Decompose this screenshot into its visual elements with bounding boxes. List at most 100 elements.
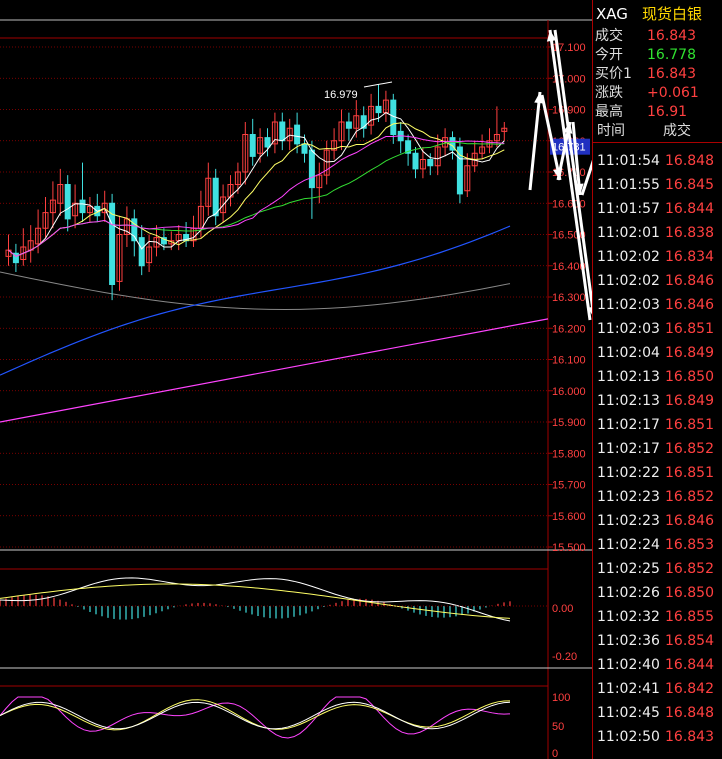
candle-body — [138, 237, 145, 267]
macd-dif-line — [0, 577, 511, 622]
trade-price: 16.846 — [665, 297, 714, 313]
kdj-tick-label: 50 — [552, 721, 564, 733]
candle-body — [427, 159, 434, 167]
trade-row[interactable]: 11:02:41 16.842 — [593, 678, 722, 701]
trade-time: 11:02:41 — [597, 681, 660, 697]
trade-time: 11:01:55 — [597, 177, 660, 193]
price-tick-label: 16.500 — [552, 230, 586, 242]
symbol-label: XAG — [596, 5, 628, 23]
trade-time: 11:02:25 — [597, 561, 660, 577]
trade-price: 16.838 — [665, 225, 714, 241]
trade-price: 16.845 — [665, 177, 714, 193]
trade-row[interactable]: 11:02:04 16.849 — [593, 342, 722, 365]
trade-row[interactable]: 11:02:23 16.852 — [593, 486, 722, 509]
trade-time: 11:02:17 — [597, 417, 660, 433]
price-tick-label: 15.600 — [552, 511, 586, 523]
price-tick-label: 16.300 — [552, 292, 586, 304]
trade-row[interactable]: 11:02:32 16.855 — [593, 606, 722, 629]
candle-body — [109, 202, 116, 285]
ma120-line — [0, 271, 511, 310]
trade-row[interactable]: 11:02:22 16.851 — [593, 462, 722, 485]
candle-body — [375, 105, 382, 114]
trade-row[interactable]: 11:02:26 16.850 — [593, 582, 722, 605]
price-tick-label: 16.100 — [552, 355, 586, 367]
trade-row[interactable]: 11:02:40 16.844 — [593, 654, 722, 677]
trade-time: 11:02:03 — [597, 297, 660, 313]
trade-row[interactable]: 11:02:50 16.843 — [593, 726, 722, 749]
instrument-name: 现货白银 — [642, 5, 703, 23]
trade-row[interactable]: 11:02:13 16.849 — [593, 390, 722, 413]
trade-row[interactable]: 11:02:01 16.838 — [593, 222, 722, 245]
trade-row[interactable]: 11:02:25 16.852 — [593, 558, 722, 581]
trades-header-time: 时间 — [597, 123, 625, 139]
trade-row[interactable]: 11:02:02 16.846 — [593, 270, 722, 293]
candle-body — [301, 143, 308, 154]
trade-row[interactable]: 11:02:13 16.850 — [593, 366, 722, 389]
candle-body — [212, 177, 219, 217]
price-tick-label: 15.800 — [552, 448, 586, 460]
trade-price: 16.851 — [665, 321, 714, 337]
candle-body — [79, 199, 86, 214]
trade-row[interactable]: 11:01:54 16.848 — [593, 150, 722, 173]
ma250-line — [0, 318, 549, 423]
quote-panel: XAG 现货白银 成交 16.843 今开 16.778 买价1 16.843 涨跌 +0.0… — [592, 0, 722, 759]
trade-time: 11:02:32 — [597, 609, 660, 625]
trade-price: 16.849 — [665, 393, 714, 409]
trade-row[interactable]: 11:02:24 16.853 — [593, 534, 722, 557]
trade-price: 16.844 — [665, 201, 714, 217]
trade-time: 11:02:26 — [597, 585, 660, 601]
price-tick-label: 15.900 — [552, 417, 586, 429]
trade-price: 16.848 — [665, 705, 714, 721]
macd-tick-label: -0.20 — [552, 651, 577, 663]
trade-row[interactable]: 11:02:02 16.834 — [593, 246, 722, 269]
price-tick-label: 15.500 — [552, 542, 586, 554]
trade-time: 11:02:02 — [597, 273, 660, 289]
price-tick-label: 16.200 — [552, 323, 586, 335]
trade-time: 11:02:24 — [597, 537, 660, 553]
candle-body — [264, 137, 271, 148]
candle-body — [249, 134, 256, 157]
trade-row[interactable]: 11:02:03 16.846 — [593, 294, 722, 317]
candle-body — [279, 121, 286, 142]
trade-price: 16.852 — [665, 561, 714, 577]
trade-price: 16.854 — [665, 633, 714, 649]
kdj-tick-label: 0 — [552, 748, 558, 759]
trade-time: 11:02:50 — [597, 729, 660, 745]
trade-row[interactable]: 11:02:45 16.848 — [593, 702, 722, 725]
candle-body — [345, 121, 352, 129]
candle-body — [456, 146, 463, 195]
trade-price: 16.855 — [665, 609, 714, 625]
high-annotation: 16.979 — [324, 89, 358, 101]
kdj-tick-label: 100 — [552, 692, 570, 704]
trade-row[interactable]: 11:02:23 16.846 — [593, 510, 722, 533]
quote-title: XAG 现货白银 — [593, 2, 722, 26]
trade-row[interactable]: 11:02:36 16.854 — [593, 630, 722, 653]
trade-row[interactable]: 11:02:03 16.851 — [593, 318, 722, 341]
trade-price: 16.853 — [665, 537, 714, 553]
trade-price: 16.850 — [665, 585, 714, 601]
trades-header: 时间 成交 — [593, 120, 722, 143]
trade-price: 16.834 — [665, 249, 714, 265]
trade-price: 16.842 — [665, 681, 714, 697]
trade-time: 11:01:57 — [597, 201, 660, 217]
trade-price: 16.848 — [665, 153, 714, 169]
trade-row[interactable]: 11:01:57 16.844 — [593, 198, 722, 221]
trade-time: 11:02:22 — [597, 465, 660, 481]
trade-row[interactable]: 11:02:17 16.851 — [593, 414, 722, 437]
trade-time: 11:02:23 — [597, 489, 660, 505]
trade-price: 16.851 — [665, 417, 714, 433]
candle-body — [64, 184, 71, 220]
trade-time: 11:02:23 — [597, 513, 660, 529]
trade-price: 16.851 — [665, 465, 714, 481]
trade-time: 11:02:03 — [597, 321, 660, 337]
trade-price: 16.843 — [665, 729, 714, 745]
trade-row[interactable]: 11:01:55 16.845 — [593, 174, 722, 197]
trade-time: 11:02:01 — [597, 225, 660, 241]
ma60-line — [0, 225, 511, 376]
trade-price: 16.849 — [665, 345, 714, 361]
trade-row[interactable]: 11:02:17 16.852 — [593, 438, 722, 461]
trade-time: 11:02:02 — [597, 249, 660, 265]
trades-header-price: 成交 — [663, 123, 691, 139]
trade-price: 16.846 — [665, 513, 714, 529]
trade-price: 16.852 — [665, 441, 714, 457]
